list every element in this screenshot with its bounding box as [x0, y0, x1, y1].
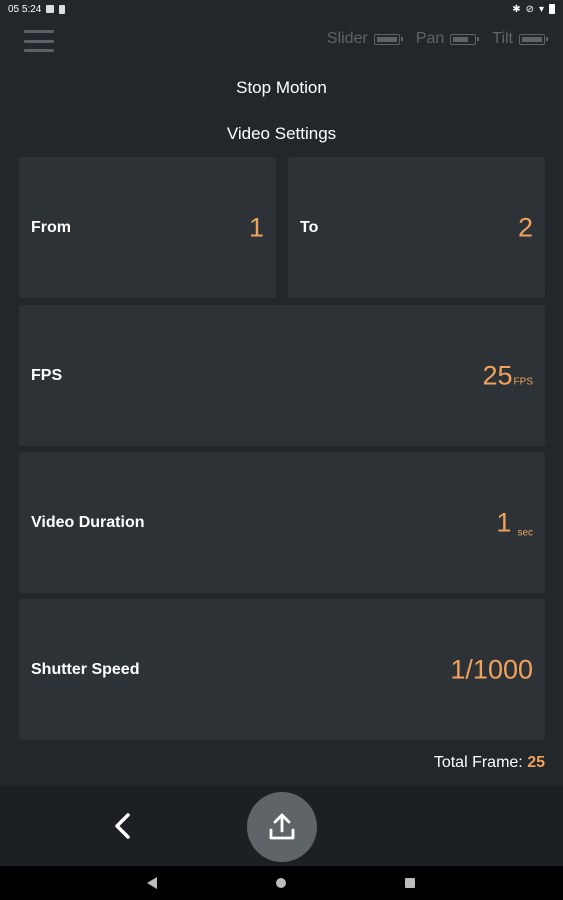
wifi-icon: ▾ [538, 3, 544, 15]
from-value: 1 [248, 212, 264, 242]
to-value: 2 [517, 212, 533, 242]
section-title: Video Settings [226, 124, 337, 143]
fps-setting-card[interactable]: FPS 25FPS [19, 305, 545, 446]
video-duration-unit: sec [517, 527, 533, 538]
status-left: 05 5:24 [8, 3, 66, 15]
total-frame-label: Total Frame: [433, 754, 523, 771]
device-pan[interactable]: Pan [415, 30, 480, 48]
shutter-speed-label: Shutter Speed [31, 660, 140, 678]
video-duration-label: Video Duration [31, 513, 145, 531]
mode-title: Stop Motion [236, 78, 327, 97]
nav-home-icon[interactable] [276, 878, 286, 888]
chevron-left-icon [115, 813, 130, 839]
device-status-list: Slider Pan Tilt [326, 30, 548, 48]
device-slider[interactable]: Slider [326, 30, 403, 48]
battery-icon [373, 33, 403, 45]
to-setting-card[interactable]: To 2 [288, 157, 545, 298]
battery-icon [519, 33, 548, 45]
status-bar: 05 5:24 ✱ ⊘ ▾ [0, 0, 563, 18]
device-tilt[interactable]: Tilt [492, 30, 548, 48]
video-duration-value-group: 1 sec [496, 507, 533, 538]
fps-label: FPS [31, 366, 63, 384]
shutter-speed-value: 1/1000 [450, 654, 533, 684]
status-time: 05 5:24 [8, 3, 42, 15]
from-label: From [31, 218, 71, 236]
device-label: Pan [415, 30, 445, 47]
battery-icon [450, 33, 480, 45]
total-frame: Total Frame: 25 [434, 754, 545, 772]
video-duration-setting-card[interactable]: Video Duration 1 sec [19, 452, 545, 593]
fps-unit: FPS [513, 376, 533, 387]
bottom-action-bar [0, 786, 563, 866]
upload-icon [269, 813, 295, 840]
system-navigation-bar [0, 866, 563, 900]
video-duration-value: 1 [496, 507, 512, 537]
nav-recents-icon[interactable] [405, 878, 415, 888]
upload-button[interactable] [247, 792, 317, 862]
gallery-notification-icon [46, 5, 55, 13]
bluetooth-icon: ✱ [512, 3, 521, 15]
from-setting-card[interactable]: From 1 [19, 157, 276, 298]
back-button[interactable] [108, 810, 140, 842]
total-frame-value: 25 [527, 754, 545, 771]
device-label: Tilt [492, 30, 513, 47]
clipboard-notification-icon [59, 4, 66, 14]
to-label: To [300, 218, 319, 236]
device-label: Slider [326, 30, 368, 47]
nav-back-icon[interactable] [147, 877, 157, 889]
shutter-speed-setting-card[interactable]: Shutter Speed 1/1000 [19, 599, 545, 740]
fps-value-group: 25FPS [483, 360, 534, 391]
status-right: ✱ ⊘ ▾ [512, 4, 555, 15]
hamburger-menu-icon[interactable] [24, 30, 54, 52]
fps-value: 25 [482, 360, 513, 390]
battery-icon [549, 4, 555, 14]
no-signal-icon: ⊘ [525, 3, 534, 15]
top-bar: Slider Pan Tilt [0, 20, 563, 62]
